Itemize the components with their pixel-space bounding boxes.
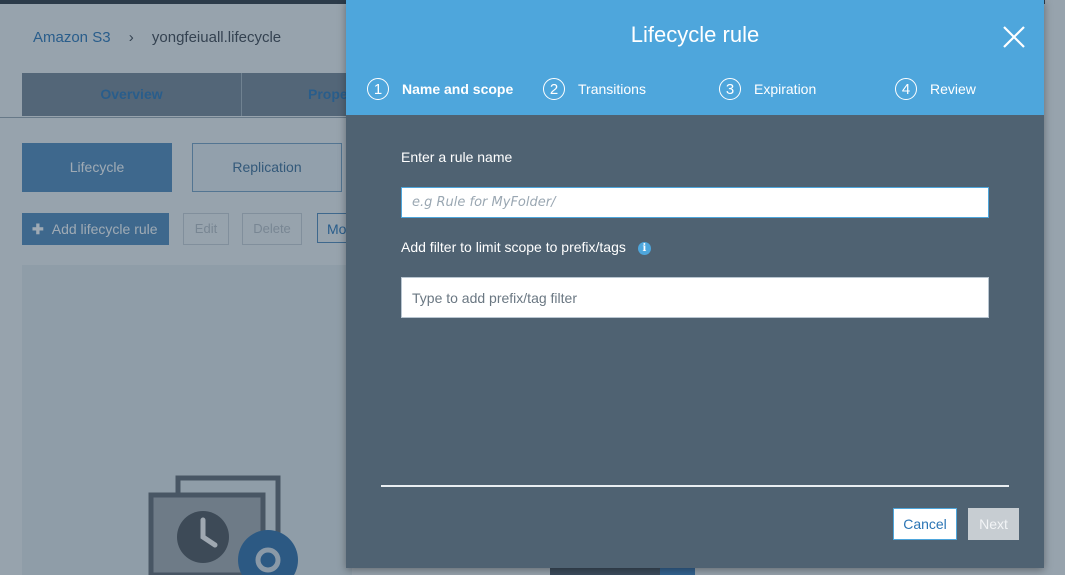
- footer-divider: [381, 485, 1009, 487]
- rule-name-label: Enter a rule name: [401, 149, 513, 165]
- step-review[interactable]: 4 Review: [895, 76, 976, 102]
- dialog-header: Lifecycle rule 1 Name and scope 2 Transi…: [346, 0, 1044, 115]
- step-number: 2: [543, 78, 565, 100]
- step-number: 1: [367, 78, 389, 100]
- close-icon[interactable]: [1001, 24, 1027, 50]
- dialog-title: Lifecycle rule: [630, 22, 760, 47]
- next-button[interactable]: Next: [968, 508, 1019, 540]
- step-transitions[interactable]: 2 Transitions: [543, 76, 646, 102]
- step-number: 4: [895, 78, 917, 100]
- prefix-tag-filter-input[interactable]: [401, 277, 989, 318]
- step-label: Expiration: [754, 81, 817, 97]
- step-label: Transitions: [578, 81, 646, 97]
- step-number: 3: [719, 78, 741, 100]
- step-label: Name and scope: [402, 81, 514, 97]
- lifecycle-rule-dialog: Lifecycle rule 1 Name and scope 2 Transi…: [346, 0, 1044, 568]
- step-name-and-scope[interactable]: 1 Name and scope: [367, 76, 513, 102]
- step-label: Review: [930, 81, 976, 97]
- step-expiration[interactable]: 3 Expiration: [719, 76, 816, 102]
- info-icon[interactable]: i: [637, 242, 651, 255]
- filter-label-text: Add filter to limit scope to prefix/tags: [401, 239, 626, 255]
- filter-label: Add filter to limit scope to prefix/tags…: [401, 239, 651, 255]
- rule-name-input[interactable]: [401, 187, 989, 218]
- cancel-button[interactable]: Cancel: [893, 508, 957, 540]
